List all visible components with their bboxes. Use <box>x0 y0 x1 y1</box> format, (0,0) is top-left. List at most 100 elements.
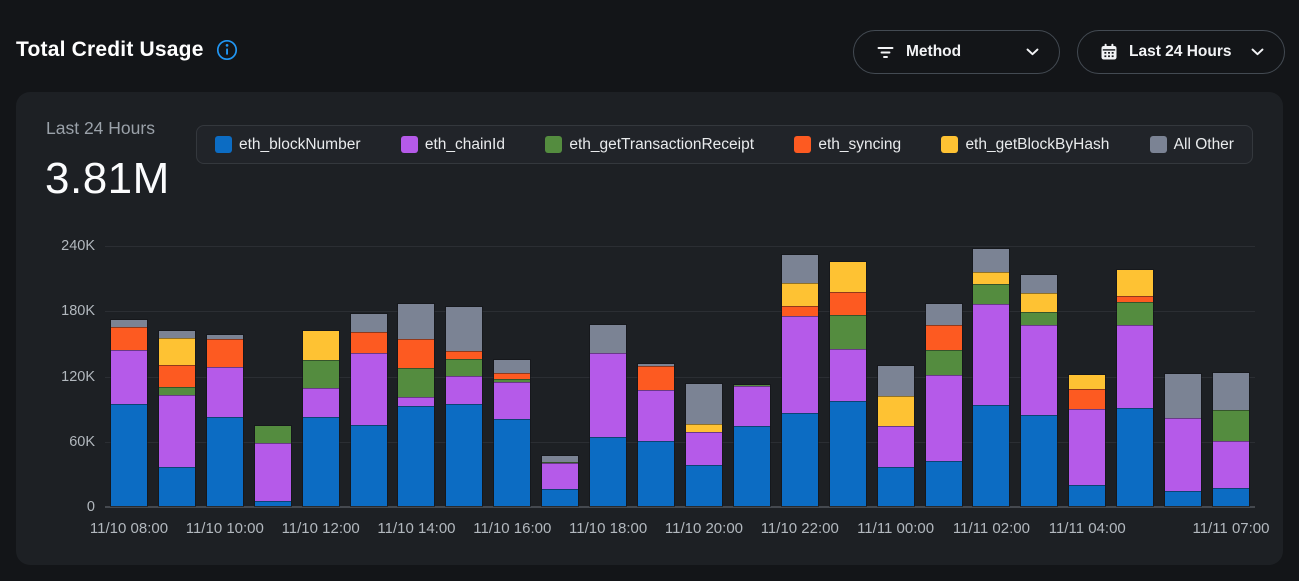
segment-eth_chainId <box>782 316 818 413</box>
segment-All Other <box>1021 275 1057 292</box>
segment-All Other <box>1213 373 1249 409</box>
bar[interactable] <box>972 248 1010 507</box>
bar[interactable] <box>541 455 579 507</box>
segment-eth_chainId <box>1213 441 1249 488</box>
segment-eth_syncing <box>830 292 866 315</box>
segment-All Other <box>494 360 530 373</box>
segment-eth_getTransactionReceipt <box>255 426 291 443</box>
segment-eth_chainId <box>926 375 962 461</box>
segment-eth_blockNumber <box>494 419 530 506</box>
header: Total Credit Usage <box>0 0 1299 92</box>
segment-eth_blockNumber <box>159 467 195 506</box>
info-icon[interactable] <box>215 38 239 62</box>
segment-eth_blockNumber <box>398 406 434 506</box>
segment-eth_blockNumber <box>207 417 243 506</box>
segment-eth_blockNumber <box>303 417 339 506</box>
segment-eth_blockNumber <box>590 437 626 506</box>
segment-eth_blockNumber <box>1021 415 1057 506</box>
bar[interactable] <box>1212 372 1250 507</box>
bar[interactable] <box>925 303 963 507</box>
calendar-icon <box>1100 43 1118 61</box>
bar[interactable] <box>110 319 148 507</box>
segment-All Other <box>398 304 434 340</box>
segment-eth_chainId <box>207 367 243 416</box>
bar[interactable] <box>1020 274 1058 507</box>
segment-eth_getTransactionReceipt <box>926 350 962 375</box>
bar[interactable] <box>206 334 244 507</box>
segment-eth_getBlockByHash <box>686 424 722 433</box>
bar[interactable] <box>1068 374 1106 507</box>
segment-eth_chainId <box>878 426 914 468</box>
segment-eth_getBlockByHash <box>782 283 818 307</box>
segment-eth_chainId <box>446 376 482 404</box>
method-filter-label: Method <box>906 43 961 61</box>
bar[interactable] <box>302 330 340 507</box>
segment-All Other <box>111 320 147 328</box>
segment-eth_getBlockByHash <box>830 262 866 292</box>
segment-eth_blockNumber <box>1117 408 1153 506</box>
segment-All Other <box>782 255 818 283</box>
segment-eth_getTransactionReceipt <box>830 315 866 348</box>
segment-eth_blockNumber <box>446 404 482 506</box>
bar[interactable] <box>877 365 915 507</box>
segment-eth_syncing <box>446 351 482 359</box>
time-range-button[interactable]: Last 24 Hours <box>1077 30 1285 74</box>
bar[interactable] <box>254 425 292 507</box>
gridline <box>105 311 1255 312</box>
segment-eth_getTransactionReceipt <box>398 368 434 397</box>
chevron-down-icon <box>1026 48 1039 56</box>
segment-eth_chainId <box>973 304 1009 404</box>
segment-eth_blockNumber <box>255 501 291 506</box>
filter-icon <box>876 43 895 61</box>
segment-All Other <box>686 384 722 424</box>
segment-eth_syncing <box>111 327 147 350</box>
segment-eth_syncing <box>207 339 243 367</box>
segment-eth_getBlockByHash <box>159 338 195 365</box>
segment-eth_getTransactionReceipt <box>1213 410 1249 441</box>
segment-All Other <box>926 304 962 326</box>
bar[interactable] <box>685 383 723 507</box>
segment-eth_blockNumber <box>878 467 914 506</box>
segment-eth_chainId <box>1069 409 1105 485</box>
method-filter-button[interactable]: Method <box>853 30 1060 74</box>
segment-All Other <box>351 314 387 331</box>
chart-card: Last 24 Hours 3.81M eth_blockNumbereth_c… <box>16 92 1283 565</box>
y-axis-label: 240K <box>23 238 95 254</box>
segment-eth_chainId <box>1117 325 1153 408</box>
bar[interactable] <box>493 359 531 507</box>
bar[interactable] <box>589 324 627 507</box>
filter-bar: Method <box>853 30 1285 74</box>
y-axis-label: 60K <box>23 434 95 450</box>
segment-eth_syncing <box>782 306 818 316</box>
bar[interactable] <box>445 306 483 507</box>
bar[interactable] <box>1116 269 1154 507</box>
x-axis-label: 11/11 07:00 <box>1161 520 1299 537</box>
segment-eth_syncing <box>159 365 195 387</box>
segment-eth_syncing <box>926 325 962 350</box>
gridline <box>105 246 1255 247</box>
segment-eth_blockNumber <box>1213 488 1249 506</box>
segment-eth_getTransactionReceipt <box>303 360 339 388</box>
segment-eth_chainId <box>398 397 434 406</box>
bar[interactable] <box>781 254 819 507</box>
segment-eth_blockNumber <box>638 441 674 506</box>
bar[interactable] <box>829 261 867 507</box>
bar[interactable] <box>350 313 388 507</box>
segment-eth_blockNumber <box>734 426 770 506</box>
bar[interactable] <box>158 330 196 507</box>
segment-All Other <box>878 366 914 396</box>
bar[interactable] <box>637 363 675 507</box>
segment-eth_chainId <box>830 349 866 402</box>
segment-eth_chainId <box>303 388 339 417</box>
segment-eth_syncing <box>351 332 387 354</box>
bar[interactable] <box>1164 373 1202 507</box>
segment-eth_chainId <box>351 353 387 425</box>
segment-eth_getBlockByHash <box>1069 375 1105 389</box>
segment-eth_chainId <box>1165 418 1201 491</box>
segment-All Other <box>1165 374 1201 418</box>
bar[interactable] <box>733 384 771 507</box>
segment-All Other <box>446 307 482 351</box>
bar[interactable] <box>397 303 435 507</box>
page-title: Total Credit Usage <box>16 38 204 62</box>
segment-All Other <box>590 325 626 353</box>
